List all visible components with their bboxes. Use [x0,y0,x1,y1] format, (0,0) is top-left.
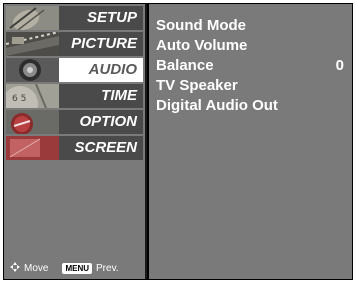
satellite-dish-icon [6,6,59,30]
menu-label-time: TIME [101,87,137,104]
menu-item-audio[interactable]: AUDIO [6,58,143,82]
clock-icon: 6 5 [6,84,59,108]
menu-key-badge: MENU [62,263,93,274]
menu-label-setup: SETUP [86,9,137,26]
balance-value: 0 [335,57,344,74]
menu-label-screen: SCREEN [74,139,137,156]
menu-label-option: OPTION [79,113,137,130]
osd-menu: SETUP PICTURE AUDIO 6 5 TIME OPTION SCRE… [3,3,353,280]
option-auto-volume[interactable]: Auto Volume [156,36,247,56]
option-tv-speaker[interactable]: TV Speaker [156,76,238,96]
speaker-icon [6,58,59,82]
special-badge-icon [6,110,59,134]
menu-item-picture[interactable]: PICTURE [6,32,143,56]
menu-item-screen[interactable]: SCREEN [6,136,143,160]
menu-label-picture: PICTURE [71,35,137,52]
navigation-hint: Move MENU Prev. [10,262,119,275]
svg-text:6 5: 6 5 [12,94,26,104]
menu-item-time[interactable]: 6 5 TIME [6,84,143,108]
category-sidebar: SETUP PICTURE AUDIO 6 5 TIME OPTION SCRE… [4,4,147,279]
move-arrows-icon [10,262,20,275]
option-balance[interactable]: Balance [156,56,214,76]
hint-move-label: Move [24,263,49,274]
hint-prev-label: Prev. [96,263,119,274]
menu-label-audio: AUDIO [88,61,137,78]
menu-item-setup[interactable]: SETUP [6,6,143,30]
menu-item-option[interactable]: OPTION [6,110,143,134]
audio-options-panel: Sound Mode Auto Volume Balance 0 TV Spea… [149,4,352,279]
option-sound-mode[interactable]: Sound Mode [156,16,246,36]
film-strip-icon [6,32,59,56]
screen-icon [6,136,59,160]
option-digital-audio-out[interactable]: Digital Audio Out [156,96,278,116]
